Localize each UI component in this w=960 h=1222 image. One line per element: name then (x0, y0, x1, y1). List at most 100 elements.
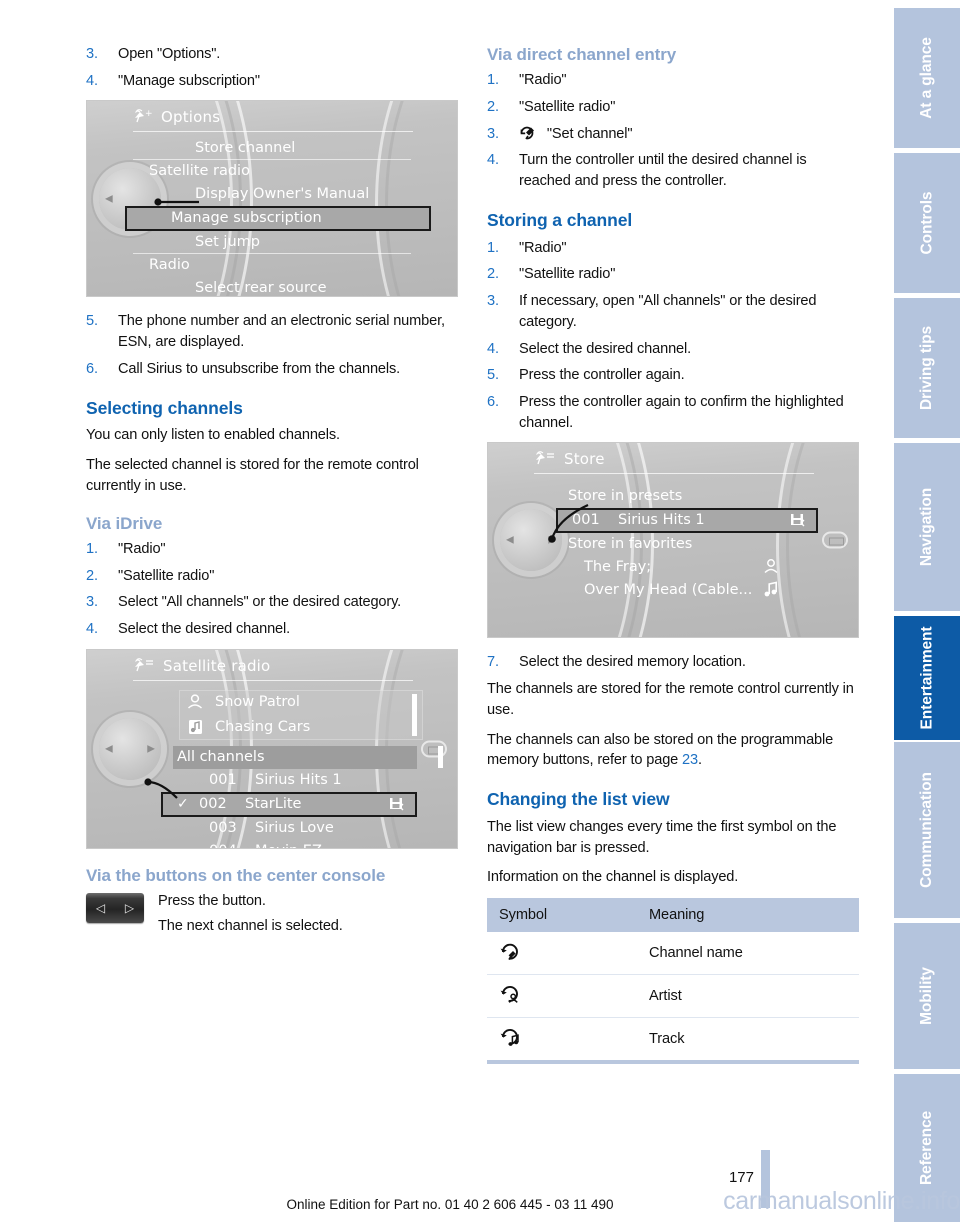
artist-icon (764, 559, 778, 574)
step-text: "Set channel" (546, 125, 633, 142)
list-item: 3. Open "Options". (86, 44, 458, 65)
idrive-screenshot-satellite-radio: ◀ ▶ Satellite radio Snow Patrol Chasing … (86, 648, 458, 849)
idrive-favorite-row[interactable]: Over My Head (Cable... (562, 579, 818, 602)
refresh-track-icon (500, 1029, 519, 1046)
idrive-category-row[interactable]: All channels (173, 745, 417, 769)
divider (534, 473, 814, 475)
meaning-cell: Artist (629, 974, 859, 1019)
idrive-channel-row-selected[interactable]: ✓ 002 StarLite (161, 791, 417, 817)
channel-number: 001 (209, 771, 237, 788)
section-heading-selecting-channels: Selecting channels (86, 397, 243, 418)
step-number: 4. (86, 72, 98, 89)
idrive-menu-item-selected[interactable]: Manage subscription (125, 206, 431, 232)
step-number: 1. (487, 239, 499, 256)
symbol-cell (487, 1018, 629, 1061)
list-item: 5. The phone number and an electronic se… (86, 311, 458, 352)
step-number: 4. (487, 340, 499, 357)
step-number: 5. (487, 367, 499, 384)
prev-next-seek-button[interactable]: ◁ ▷ (86, 893, 144, 923)
divider (133, 679, 413, 681)
prev-arrow-icon: ◁ (95, 901, 106, 915)
next-arrow-icon: ▷ (124, 901, 135, 915)
idrive-screenshot-options: ◀ + Options Store channel Satellite radi… (86, 100, 458, 298)
right-arrow-icon: ▶ (548, 534, 556, 546)
idrive-menu-item[interactable]: Display Owner's Manual (133, 183, 431, 206)
scrollbar[interactable] (412, 693, 417, 736)
section-heading-changing-list-view: Changing the list view (487, 789, 670, 810)
list-item: 1. "Radio" (487, 238, 859, 259)
sidebar-tab-mobility[interactable]: Mobility (894, 923, 960, 1069)
left-arrow-icon: ◀ (506, 534, 514, 546)
sidebar-tab-navigation[interactable]: Navigation (894, 443, 960, 611)
list-item: 3. If necessary, open "All channels" or … (487, 291, 859, 332)
step-text: Press the controller again to confirm th… (519, 394, 844, 431)
step-text: Press the controller again. (519, 367, 685, 384)
section-tabs-sidebar: At a glance Controls Driving tips Naviga… (894, 0, 960, 1222)
step-number: 5. (86, 313, 98, 330)
step-number: 3. (487, 125, 499, 142)
sidebar-tab-communication[interactable]: Communication (894, 742, 960, 918)
idrive-channel-row[interactable]: 001 Sirius Hits 1 (173, 769, 417, 792)
step-text: If necessary, open "All channels" or the… (519, 293, 817, 330)
idrive-display-button (822, 531, 848, 549)
idrive-channel-row[interactable]: 003 Sirius Love (173, 817, 417, 840)
idrive-group-label: Store in presets (568, 488, 683, 505)
list-item: 1. "Radio" (487, 70, 859, 91)
idrive-header: Store (534, 450, 605, 468)
idrive-channel-row[interactable]: 004Movin EZ (173, 840, 417, 848)
meaning-cell: Track (649, 1031, 685, 1048)
check-icon: ✓ (177, 795, 189, 812)
idrive-menu-list: Store channel Satellite radio Display Ow… (125, 137, 431, 296)
step-text: "Satellite radio" (118, 567, 215, 584)
sidebar-tab-label: Communication (918, 772, 936, 888)
sidebar-tab-at-a-glance[interactable]: At a glance (894, 8, 960, 148)
symbol-cell (487, 974, 629, 1019)
left-column: 3. Open "Options". 4. "Manage subscripti… (86, 44, 458, 940)
subsection-heading-center-console: Via the buttons on the center console (86, 865, 386, 885)
paragraph-with-page-reference: The channels can also be stored on the p… (487, 730, 859, 771)
idrive-screenshot-store: ◀ ▶ Store Store in presets 001 Sirius Hi… (487, 442, 859, 639)
paragraph: The channels are stored for the remote c… (487, 681, 854, 718)
idrive-menu-item[interactable]: Satellite radio (133, 160, 431, 183)
sidebar-tab-label: Entertainment (918, 626, 936, 730)
set-channel-icon (520, 126, 534, 140)
steps-memory-location: 7. Select the desired memory location. (487, 652, 859, 673)
step-text: "Satellite radio" (519, 266, 616, 283)
symbol-meaning-table: Symbol Meaning Channel name Artist Track (487, 898, 859, 1060)
idrive-menu-item[interactable]: Select rear source (133, 277, 431, 296)
step-text: Select the desired memory location. (519, 654, 746, 671)
step-text: "Radio" (519, 72, 567, 89)
paragraph: Information on the channel is displayed. (487, 869, 739, 886)
list-item: 7. Select the desired memory location. (487, 652, 859, 673)
track-icon (764, 581, 777, 597)
idrive-store-list: Store in presets 001 Sirius Hits 1 Store … (556, 485, 818, 602)
preset-number: 001 (572, 512, 600, 529)
subsection-heading-direct-entry: Via direct channel entry (487, 45, 677, 64)
sidebar-tab-label: Navigation (918, 487, 936, 567)
idrive-controller-knob: ◀ ▶ (99, 717, 161, 780)
idrive-favorite-row[interactable]: The Fray; (562, 556, 818, 579)
left-arrow-icon: ◀ (105, 193, 113, 205)
list-item: 3. "Set channel" (487, 124, 859, 145)
step-number: 4. (487, 152, 499, 169)
idrive-menu-item[interactable]: Radio (133, 254, 431, 277)
step-number: 1. (86, 540, 98, 557)
satellite-antenna-plus-icon: + (135, 109, 153, 123)
steps-via-idrive: 1. "Radio" 2. "Satellite radio" 3. Selec… (86, 539, 458, 640)
center-console-button-block: ◁ ▷ Press the button. The next channel i… (86, 891, 458, 940)
paragraph: The next channel is selected. (158, 917, 343, 934)
idrive-menu-item[interactable]: Store channel (133, 137, 431, 161)
sidebar-tab-entertainment[interactable]: Entertainment (894, 616, 960, 740)
page-reference-link[interactable]: 23 (682, 752, 698, 768)
right-arrow-icon: ▶ (147, 743, 155, 755)
idrive-menu-item[interactable]: Set jump (133, 231, 431, 255)
sidebar-tab-controls[interactable]: Controls (894, 153, 960, 293)
sidebar-tab-driving-tips[interactable]: Driving tips (894, 298, 960, 438)
list-item: 2. "Satellite radio" (86, 566, 458, 587)
step-number: 3. (86, 46, 98, 62)
idrive-preset-row-selected[interactable]: 001 Sirius Hits 1 (556, 508, 818, 534)
page-footer: 177 Online Edition for Part no. 01 40 2 … (0, 1150, 960, 1222)
table-row: Artist (487, 974, 859, 1019)
scrollbar[interactable] (438, 745, 443, 768)
artist-icon (187, 694, 203, 709)
